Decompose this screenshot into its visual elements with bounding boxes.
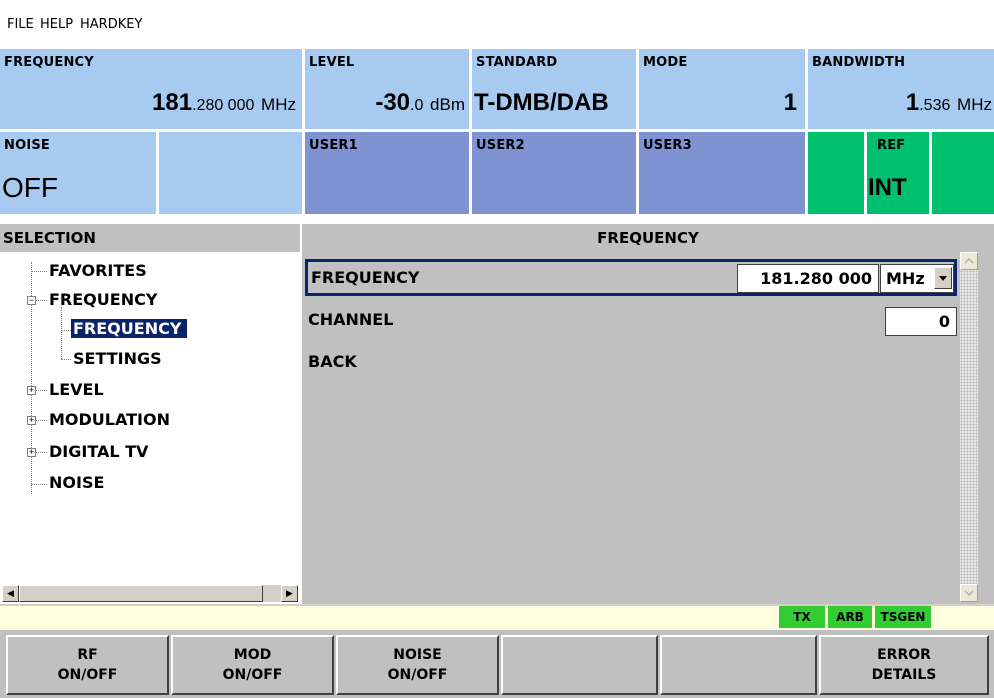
ref-status-label: REF xyxy=(877,138,906,153)
tree-line xyxy=(36,300,47,301)
noise-status[interactable]: NOISE OFF xyxy=(0,132,156,214)
bandwidth-status-value: 1.536 MHz xyxy=(905,89,992,116)
frequency-status[interactable]: FREQUENCY 181.280 000 MHz xyxy=(0,49,302,129)
tree-item-noise[interactable]: NOISE xyxy=(49,473,104,492)
frequency-status-label: FREQUENCY xyxy=(4,55,94,70)
tree-item-favorites[interactable]: FAVORITES xyxy=(49,261,147,280)
tree-item-level[interactable]: LEVEL xyxy=(49,380,104,399)
empty-status-cell xyxy=(159,132,302,214)
ref-status-value: INT xyxy=(868,174,907,201)
frequency-menu-panel: FREQUENCY 181.280 000 MHz CHANNEL 0 BACK xyxy=(302,252,994,604)
tree-line xyxy=(31,484,47,485)
expand-icon[interactable]: + xyxy=(27,386,36,395)
scroll-down-icon[interactable] xyxy=(960,584,978,602)
standard-status-label: STANDARD xyxy=(476,55,558,70)
menu-hardkey[interactable]: HARDKEY xyxy=(80,17,142,32)
frequency-row-label: FREQUENCY xyxy=(311,268,420,287)
user3-status[interactable]: USER3 xyxy=(639,132,805,214)
mode-status-label: MODE xyxy=(643,55,688,70)
tree-line xyxy=(61,359,71,360)
ref-status[interactable]: REF INT xyxy=(867,132,929,214)
standard-status-value: T-DMB/DAB xyxy=(474,89,609,116)
tree-line xyxy=(36,390,47,391)
tx-flag: TX xyxy=(779,606,825,628)
frequency-row[interactable]: FREQUENCY 181.280 000 MHz xyxy=(305,259,957,296)
tree-item-frequency-child[interactable]: FREQUENCY xyxy=(71,319,188,338)
level-status-value: -30.0 dBm xyxy=(375,89,465,116)
expand-icon[interactable]: + xyxy=(27,448,36,457)
tree-item-frequency[interactable]: FREQUENCY xyxy=(49,290,157,309)
tree-item-modulation[interactable]: MODULATION xyxy=(49,410,170,429)
scroll-right-icon[interactable]: ▶ xyxy=(281,585,298,602)
bandwidth-status[interactable]: BANDWIDTH 1.536 MHz xyxy=(808,49,994,129)
bandwidth-status-label: BANDWIDTH xyxy=(812,55,906,70)
user2-label: USER2 xyxy=(476,138,525,153)
tree-line xyxy=(36,420,47,421)
frequency-input[interactable]: 181.280 000 xyxy=(737,264,879,293)
expand-icon[interactable]: + xyxy=(27,416,36,425)
frequency-status-value: 181.280 000 MHz xyxy=(152,89,296,116)
tree-line xyxy=(36,452,47,453)
tree-line xyxy=(31,271,47,272)
tree-item-settings[interactable]: SETTINGS xyxy=(73,349,162,368)
scroll-up-icon[interactable] xyxy=(960,252,978,270)
menu-file[interactable]: FILE xyxy=(7,17,34,32)
error-details-button[interactable]: ERROR DETAILS xyxy=(819,635,989,695)
menu-bar: FILE HELP HARDKEY xyxy=(0,0,994,48)
back-item[interactable]: BACK xyxy=(308,352,357,371)
standard-status[interactable]: STANDARD T-DMB/DAB xyxy=(472,49,636,129)
level-status[interactable]: LEVEL -30.0 dBm xyxy=(305,49,469,129)
noise-status-value: OFF xyxy=(2,172,58,203)
noise-on-off-button[interactable]: NOISE ON/OFF xyxy=(336,635,499,695)
tree-horizontal-scrollbar[interactable]: ◀ ▶ xyxy=(2,585,298,602)
noise-status-label: NOISE xyxy=(4,138,51,153)
tsgen-flag: TSGEN xyxy=(875,606,931,628)
rf-on-off-button[interactable]: RF ON/OFF xyxy=(6,635,169,695)
status-bar: FREQUENCY 181.280 000 MHz LEVEL -30.0 dB… xyxy=(0,47,994,214)
user2-status[interactable]: USER2 xyxy=(472,132,636,214)
softkey-empty-4[interactable] xyxy=(501,635,658,695)
green-status-right xyxy=(932,132,994,214)
tree-line xyxy=(61,307,62,359)
scroll-left-icon[interactable]: ◀ xyxy=(2,585,19,602)
mode-status[interactable]: MODE 1 xyxy=(639,49,805,129)
user1-status[interactable]: USER1 xyxy=(305,132,469,214)
frequency-menu-header: FREQUENCY xyxy=(302,224,994,252)
green-status-left xyxy=(808,132,864,214)
softkey-empty-5[interactable] xyxy=(660,635,817,695)
selection-tree: − + + + FAVORITES FREQUENCY FREQUENCY SE… xyxy=(0,252,300,604)
frequency-unit-select[interactable]: MHz xyxy=(880,264,954,293)
arb-flag: ARB xyxy=(828,606,872,628)
tree-line xyxy=(61,330,71,331)
frequency-unit-value: MHz xyxy=(886,269,925,288)
user3-label: USER3 xyxy=(643,138,692,153)
channel-input[interactable]: 0 xyxy=(885,307,957,336)
menu-vertical-scrollbar[interactable] xyxy=(960,252,978,602)
level-status-label: LEVEL xyxy=(309,55,355,70)
collapse-icon[interactable]: − xyxy=(27,296,36,305)
softkey-bar: RF ON/OFF MOD ON/OFF NOISE ON/OFF ERROR DETA… xyxy=(0,630,994,698)
user1-label: USER1 xyxy=(309,138,358,153)
mode-status-value: 1 xyxy=(783,89,797,116)
selection-header: SELECTION xyxy=(0,224,300,252)
menu-help[interactable]: HELP xyxy=(40,17,73,32)
chevron-down-icon[interactable] xyxy=(934,267,952,289)
mod-on-off-button[interactable]: MOD ON/OFF xyxy=(171,635,334,695)
scroll-thumb[interactable] xyxy=(19,585,263,602)
channel-label: CHANNEL xyxy=(308,310,394,329)
tree-item-digital-tv[interactable]: DIGITAL TV xyxy=(49,442,148,461)
